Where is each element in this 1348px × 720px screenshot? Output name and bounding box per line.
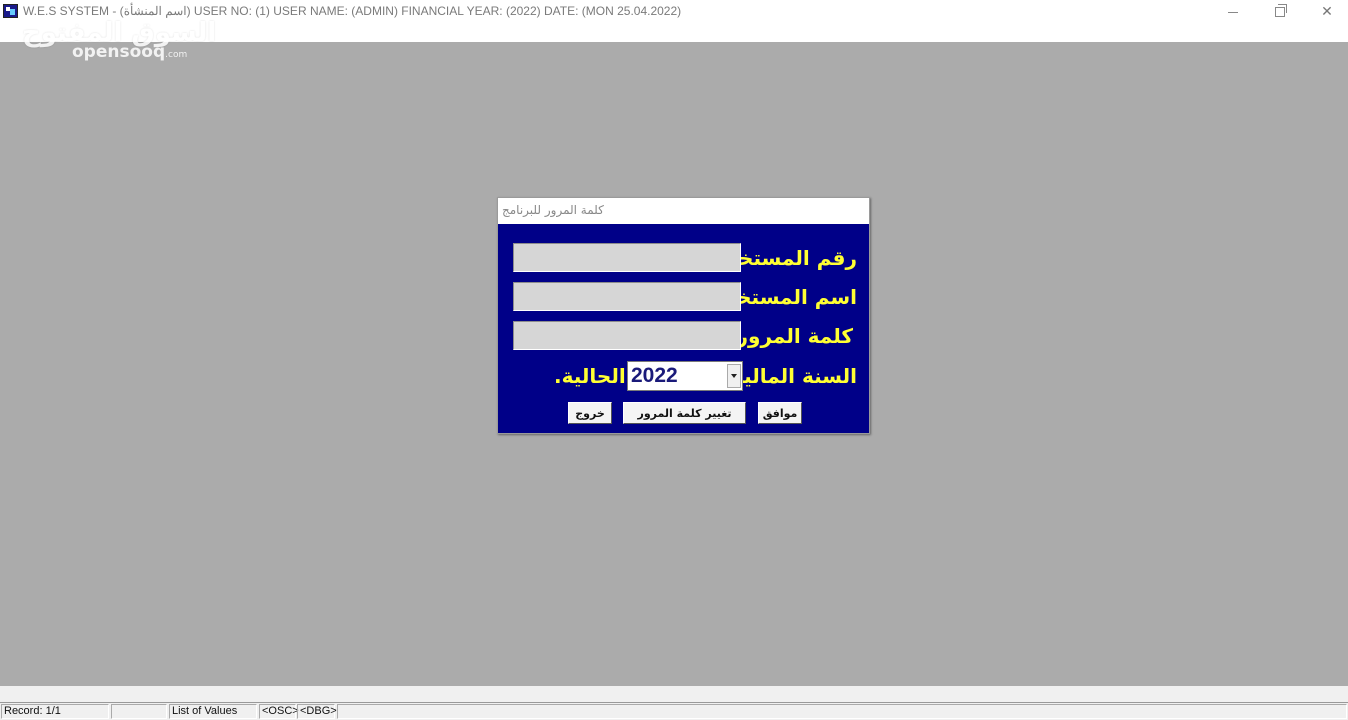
app-icon[interactable] [3, 4, 18, 18]
current-label: الحالية. [554, 364, 626, 388]
change-password-button[interactable]: تغيير كلمة المرور [623, 402, 746, 424]
list-of-values-indicator: List of Values [169, 704, 257, 719]
financial-year-label: السنة المالية [731, 364, 857, 388]
dialog-title: كلمة المرور للبرنامج [502, 203, 604, 217]
message-bar [0, 686, 1348, 702]
financial-year-value: 2022 [631, 364, 678, 387]
osc-indicator: <OSC> [259, 704, 299, 719]
minimize-button[interactable] [1210, 0, 1256, 24]
window-titlebar: W.E.S SYSTEM - (اسم المنشأة) USER NO: (1… [0, 0, 1348, 42]
restore-button[interactable] [1257, 0, 1303, 24]
status-bar: Record: 1/1 List of Values <OSC> <DBG> [0, 702, 1348, 720]
financial-year-select[interactable]: 2022 [627, 361, 743, 391]
password-label: كلمة المرور [736, 324, 853, 348]
status-message [337, 704, 1347, 719]
close-button[interactable]: ✕ [1304, 0, 1348, 24]
user-name-input[interactable] [514, 283, 740, 310]
ok-button[interactable]: موافق [758, 402, 802, 424]
chevron-down-icon[interactable] [727, 364, 741, 388]
password-field[interactable] [513, 321, 741, 350]
watermark-suffix: .com [165, 50, 188, 60]
watermark-brand: opensooq [72, 42, 166, 62]
record-indicator: Record: 1/1 [1, 704, 109, 719]
restore-icon [1275, 4, 1287, 17]
user-number-field[interactable] [513, 243, 741, 272]
user-number-input[interactable] [514, 244, 740, 271]
window-title: W.E.S SYSTEM - (اسم المنشأة) USER NO: (1… [23, 4, 682, 18]
login-dialog: كلمة المرور للبرنامج رقم المستخدم اسم ال… [497, 197, 870, 434]
password-input[interactable] [514, 322, 740, 349]
close-icon: ✕ [1321, 4, 1333, 20]
dbg-indicator: <DBG> [297, 704, 337, 719]
exit-button[interactable]: خروج [568, 402, 612, 424]
minimize-icon [1228, 11, 1238, 13]
dialog-titlebar: كلمة المرور للبرنامج [498, 198, 869, 224]
status-blank [111, 704, 167, 719]
user-name-field[interactable] [513, 282, 741, 311]
watermark-english: opensooq.com [72, 42, 216, 62]
